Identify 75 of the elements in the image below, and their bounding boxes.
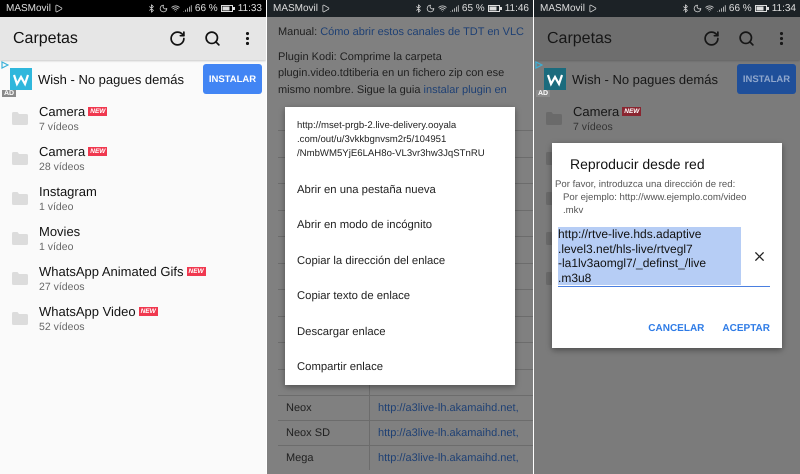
battery-percent: 66 % — [194, 3, 218, 14]
wifi-icon — [170, 4, 180, 13]
dialog-hint: Por favor, introduzca una dirección de red: — [555, 178, 736, 191]
moon-icon — [692, 4, 702, 13]
play-icon — [321, 4, 330, 13]
channel-cell: Neox SD — [278, 421, 370, 445]
folder-icon — [12, 232, 28, 244]
folder-icon — [12, 272, 28, 284]
folder-name[interactable]: Camera — [573, 104, 620, 118]
dialog-button[interactable]: CANCELAR — [648, 323, 704, 334]
signal-icon — [450, 4, 459, 13]
wifi-icon — [704, 4, 714, 13]
play-icon — [54, 4, 64, 13]
bluetooth-icon — [146, 4, 156, 13]
play-icon — [588, 4, 598, 13]
wish-logo — [10, 68, 32, 90]
clock: 11:46 — [504, 3, 529, 14]
link-url: http://mset-prgb-2.live-delivery.ooyala .com/out/u/3vkkbgnvsm2r5/104951 /NmbWM5YjE6LAH8o-VL3vr3hw3JqSTnRU — [297, 119, 486, 161]
wifi-icon — [438, 4, 447, 13]
wish-logo — [544, 68, 566, 90]
clock: 11:34 — [772, 3, 796, 14]
moon-icon — [158, 4, 168, 13]
folder-name[interactable]: Instagram — [39, 184, 97, 198]
search-icon[interactable] — [204, 30, 221, 47]
video-count: 7 vídeos — [573, 120, 614, 132]
bluetooth-icon — [414, 4, 423, 13]
battery-icon — [220, 5, 235, 12]
folder-name[interactable]: Movies — [39, 224, 80, 238]
ad-choices-icon[interactable] — [1, 61, 9, 69]
video-count: 27 vídeos — [39, 280, 86, 292]
ad-title: Wish - No pagues demás — [572, 72, 719, 86]
refresh-icon[interactable] — [169, 30, 186, 47]
channel-cell: Neox — [278, 396, 370, 420]
clock: 11:33 — [238, 3, 262, 14]
video-count: 28 vídeos — [39, 160, 86, 172]
menu-item[interactable]: Abrir en modo de incógnito — [297, 208, 509, 243]
folder-name[interactable]: WhatsApp Video — [39, 304, 136, 318]
video-count: 52 vídeos — [39, 320, 86, 332]
moon-icon — [426, 4, 435, 13]
signal-icon — [716, 4, 726, 13]
folder-name[interactable]: WhatsApp Animated Gifs — [39, 264, 184, 278]
bluetooth-icon — [680, 4, 690, 13]
folder-icon — [12, 192, 28, 204]
carrier-label: MASMovil — [6, 3, 52, 14]
menu-item[interactable]: Descargar enlace — [297, 314, 509, 350]
battery-percent: 65 % — [462, 3, 485, 14]
folder-name[interactable]: Camera — [39, 104, 86, 118]
ad-title: Wish - No pagues demás — [38, 72, 185, 86]
folder-icon — [12, 112, 28, 124]
dialog-button[interactable]: ACEPTAR — [722, 323, 770, 334]
manual-line: Manual: Cómo abrir estos canales de TDT en VLC — [278, 25, 526, 40]
battery-icon — [754, 5, 769, 12]
dialog-example: Por ejemplo: http://www.ejemplo.com/video .mkv — [562, 191, 748, 217]
carrier-label: MASMovil — [273, 3, 318, 14]
app-title: Carpetas — [547, 30, 613, 48]
menu-item[interactable]: Compartir enlace — [297, 350, 509, 385]
menu-item[interactable]: Copiar texto de enlace — [297, 278, 509, 314]
menu-item[interactable]: Copiar la dirección del enlace — [297, 243, 509, 278]
ad-choices-icon[interactable] — [535, 61, 543, 69]
install-button[interactable]: INSTALAR — [203, 64, 262, 94]
battery-percent: 66 % — [728, 3, 752, 14]
video-count: 1 vídeo — [39, 240, 74, 252]
menu-item[interactable]: Abrir en una pestaña nueva — [297, 172, 509, 208]
folder-icon — [12, 152, 28, 164]
carrier-label: MASMovil — [540, 3, 586, 14]
video-count: 7 vídeos — [39, 120, 80, 132]
dialog-title: Reproducir desde red — [569, 156, 706, 172]
channel-cell: Mega — [278, 446, 370, 470]
video-count: 1 vídeo — [39, 200, 74, 212]
app-title: Carpetas — [13, 30, 79, 48]
folder-icon — [12, 312, 28, 324]
plugin-paragraph: Plugin Kodi: Comprime la carpeta plugin.video.tdtiberia en un fichero zip con ese mismo nombre. Sigue la guia instalar plugin en — [278, 50, 508, 98]
signal-icon — [182, 4, 192, 13]
battery-icon — [488, 5, 502, 12]
folder-name[interactable]: Camera — [39, 144, 86, 158]
